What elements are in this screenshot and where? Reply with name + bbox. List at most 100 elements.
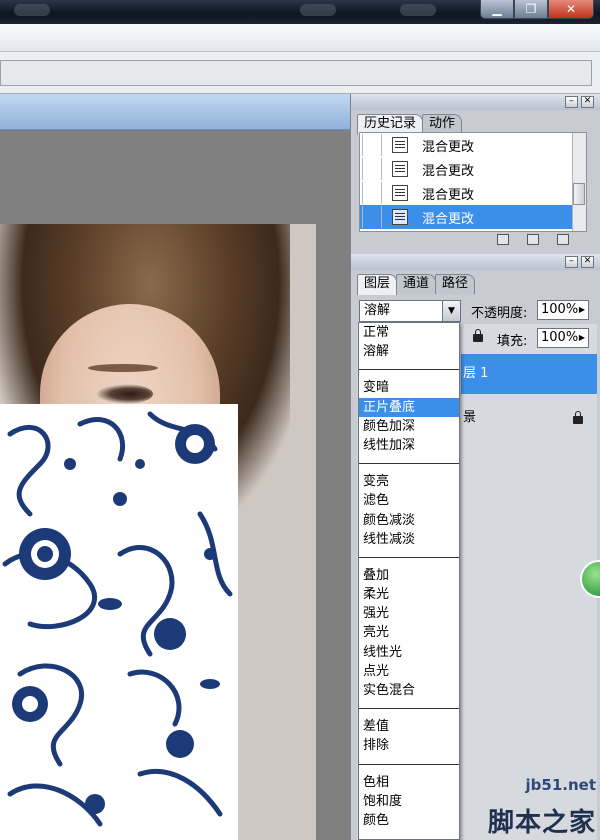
blend-option[interactable]: 溶解: [359, 342, 459, 361]
blend-option[interactable]: 正常: [359, 323, 459, 342]
history-footer: [359, 234, 587, 248]
new-document-icon[interactable]: [497, 234, 509, 245]
blend-option[interactable]: 柔光: [359, 585, 459, 604]
opacity-label: 不透明度:: [471, 306, 528, 321]
blend-option[interactable]: 排除: [359, 736, 459, 755]
blend-option[interactable]: 差值: [359, 717, 459, 736]
blend-option[interactable]: 线性光: [359, 643, 459, 662]
history-row-label: 混合更改: [422, 211, 475, 227]
document-area: [0, 94, 350, 840]
menu-separator: [359, 455, 459, 472]
history-scrollbar[interactable]: [572, 133, 586, 231]
lock-icon[interactable]: [473, 329, 483, 342]
fill-label: 填充:: [497, 334, 528, 349]
portrait-eye: [95, 384, 153, 404]
blend-option[interactable]: 色相: [359, 773, 459, 792]
layer-row-background[interactable]: 景: [461, 398, 597, 438]
taskbar-blur: [400, 4, 436, 16]
site-watermark: jb51.net 脚本之家: [474, 774, 600, 840]
close-button[interactable]: ✕: [548, 0, 594, 19]
blend-option[interactable]: 颜色加深: [359, 417, 459, 436]
blend-mode-value: 溶解: [364, 303, 391, 318]
history-state-icon: [392, 209, 408, 225]
snapshot-camera-icon[interactable]: [527, 234, 539, 245]
blend-option[interactable]: 线性加深: [359, 436, 459, 455]
panel-close-icon[interactable]: ✕: [581, 96, 594, 108]
blend-option[interactable]: 颜色减淡: [359, 511, 459, 530]
layer-name: 景: [463, 410, 477, 425]
document-title-bar[interactable]: [0, 94, 350, 130]
blend-option[interactable]: 线性减淡: [359, 530, 459, 549]
history-row-label: 混合更改: [422, 139, 475, 155]
history-snapshot-checkbox[interactable]: [362, 134, 382, 156]
watermark-name: 脚本之家: [487, 808, 596, 838]
history-row-selected[interactable]: 混合更改: [360, 205, 586, 229]
blend-option[interactable]: 亮光: [359, 623, 459, 642]
blend-option-highlighted[interactable]: 正片叠底: [359, 397, 459, 417]
blend-option[interactable]: 饱和度: [359, 792, 459, 811]
fill-value: 100%: [541, 330, 579, 345]
tab-channels[interactable]: 通道: [396, 274, 437, 294]
layers-panel-header[interactable]: – ✕: [351, 254, 600, 270]
history-snapshot-checkbox[interactable]: [362, 182, 382, 204]
blend-option[interactable]: 点光: [359, 662, 459, 681]
history-row[interactable]: 混合更改: [360, 157, 586, 181]
blend-option[interactable]: 变亮: [359, 472, 459, 491]
history-row[interactable]: 混合更改: [360, 133, 586, 157]
menu-separator: [359, 756, 459, 773]
blend-option[interactable]: 变暗: [359, 378, 459, 397]
history-row-label: 混合更改: [422, 187, 475, 203]
watermark-site: jb51.net: [525, 776, 596, 794]
blend-mode-dropdown: 正常 溶解 变暗 正片叠底 颜色加深 线性加深 变亮 滤色 颜色减淡 线性减淡 …: [358, 322, 460, 840]
portrait-brow: [88, 364, 158, 372]
chevron-down-icon[interactable]: ▼: [442, 301, 460, 321]
tool-options-field[interactable]: [0, 60, 592, 86]
history-snapshot-checkbox[interactable]: [362, 206, 382, 228]
layer-row-layer-1[interactable]: 层 1: [461, 354, 597, 394]
minimize-button[interactable]: ▁: [480, 0, 514, 19]
window-title-bar: ▁ ❐ ✕: [0, 0, 600, 24]
blend-mode-select[interactable]: 溶解 ▼: [359, 300, 461, 322]
blend-option[interactable]: 强光: [359, 604, 459, 623]
porcelain-pattern-image: [2, 411, 233, 827]
blend-option[interactable]: 滤色: [359, 491, 459, 510]
menu-separator: [359, 361, 459, 378]
history-list: 混合更改 混合更改 混合更改 混合更改: [359, 132, 587, 232]
history-scroll-thumb[interactable]: [573, 183, 585, 205]
fill-input[interactable]: 100% ▶: [537, 328, 589, 348]
panel-minimize-icon[interactable]: –: [565, 256, 578, 268]
history-state-icon: [392, 137, 408, 153]
history-row-label: 混合更改: [422, 163, 475, 179]
panel-close-icon[interactable]: ✕: [581, 256, 594, 268]
history-snapshot-checkbox[interactable]: [362, 158, 382, 180]
history-state-icon: [392, 185, 408, 201]
porcelain-pattern-layer[interactable]: [0, 404, 238, 840]
taskbar-blur: [14, 4, 50, 16]
history-tabs: 历史记录 动作: [357, 114, 463, 135]
layer-name: 层 1: [463, 366, 489, 381]
menu-separator: [359, 549, 459, 566]
lock-icon: [573, 411, 583, 424]
history-state-icon: [392, 161, 408, 177]
history-panel-header[interactable]: – ✕: [351, 94, 600, 110]
tool-options-bar: [0, 52, 600, 94]
tab-actions[interactable]: 动作: [422, 114, 463, 134]
chevron-right-icon[interactable]: ▶: [576, 329, 588, 347]
panel-minimize-icon[interactable]: –: [565, 96, 578, 108]
tab-layers[interactable]: 图层: [357, 274, 398, 295]
blend-option[interactable]: 实色混合: [359, 681, 459, 700]
chevron-right-icon[interactable]: ▶: [576, 301, 588, 319]
blend-option[interactable]: 颜色: [359, 811, 459, 830]
tab-paths[interactable]: 路径: [435, 274, 476, 294]
history-row[interactable]: 混合更改: [360, 181, 586, 205]
blend-option[interactable]: 叠加: [359, 566, 459, 585]
taskbar-blur: [300, 4, 336, 16]
trash-icon[interactable]: [557, 234, 569, 245]
restore-button[interactable]: ❐: [514, 0, 548, 19]
menu-bar: [0, 24, 600, 52]
layers-tabs: 图层 通道 路径: [357, 274, 476, 295]
menu-separator: [359, 700, 459, 717]
opacity-value: 100%: [541, 302, 579, 317]
canvas[interactable]: [0, 224, 316, 840]
opacity-input[interactable]: 100% ▶: [537, 300, 589, 320]
